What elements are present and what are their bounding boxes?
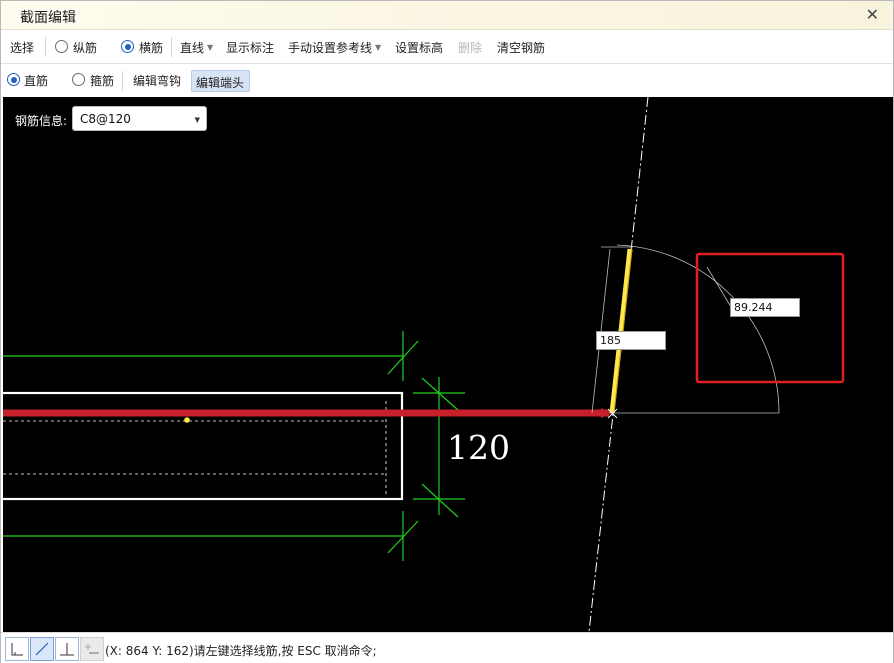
manual-ref-line-label: 手动设置参考线 [288, 41, 373, 55]
longitudinal-radio[interactable] [55, 40, 68, 53]
edit-end-button[interactable]: 编辑端头 [196, 74, 244, 91]
section-drawing[interactable]: 120 [3, 97, 893, 632]
toolbar-secondary: 直筋 箍筋 编辑弯钩 [1, 64, 893, 97]
line-dropdown-label: 直线 [180, 41, 205, 55]
section-outline[interactable] [3, 391, 404, 501]
status-bar: (X: 864 Y: 162)请左键选择线筋,按 ESC 取消命令; [1, 632, 893, 663]
angle-leader [706, 266, 732, 308]
toolbar-primary: 选择 纵筋 横筋 直线 ▼ 显示标注 手动设置参考线 ▼ 设置标高 删除 清空钢筋 [1, 30, 893, 64]
orthogonal-snap-button[interactable] [5, 637, 29, 661]
diagonal-line-icon [35, 642, 49, 656]
transverse-radio[interactable] [121, 40, 134, 53]
orthogonal-snap-icon [11, 643, 23, 656]
toolbar-divider [45, 37, 46, 57]
set-elevation-button[interactable]: 设置标高 [395, 39, 443, 56]
dimension-tick-slash [421, 377, 459, 411]
rebar-info-label: 钢筋信息: [15, 114, 68, 128]
stirrup-radio[interactable] [72, 73, 85, 86]
delete-button[interactable]: 删除 [458, 39, 482, 56]
free-angle-snap-button[interactable] [30, 637, 54, 661]
dimension-lines [3, 331, 465, 561]
window-title: 截面编辑 [20, 10, 76, 26]
rebar-info-select[interactable]: C8@120 ▼ [72, 106, 207, 131]
parallel-snap-button[interactable] [80, 637, 104, 661]
perpendicular-icon [60, 643, 74, 656]
show-dimension-button[interactable]: 显示标注 [226, 39, 274, 56]
toolbar-divider [171, 37, 172, 57]
stirrup-label[interactable]: 箍筋 [90, 72, 114, 89]
edit-hook-button[interactable]: 编辑弯钩 [133, 72, 181, 89]
longitudinal-label[interactable]: 纵筋 [73, 39, 97, 56]
chevron-down-icon: ▼ [375, 43, 382, 52]
section-edit-window: 截面编辑 ✕ 选择 纵筋 横筋 直线 ▼ 显示标注 手动设置参考线 ▼ 设置标高 删… [0, 0, 894, 663]
rebar-info-value: C8@120 [80, 112, 131, 126]
angle-selection-box [695, 252, 845, 384]
clear-rebar-button[interactable]: 清空钢筋 [497, 39, 545, 56]
manual-ref-line-dropdown[interactable]: 手动设置参考线 ▼ [288, 39, 381, 56]
chevron-down-icon: ▼ [194, 116, 200, 124]
title-bar: 截面编辑 ✕ [1, 1, 893, 30]
perpendicular-snap-button[interactable] [55, 637, 79, 661]
toolbar-divider [122, 71, 123, 91]
transverse-label[interactable]: 横筋 [139, 39, 163, 56]
rebar-midpoint[interactable] [184, 417, 190, 423]
select-button[interactable]: 选择 [10, 39, 34, 56]
parallel-icon [85, 644, 99, 654]
status-message: (X: 864 Y: 162)请左键选择线筋,按 ESC 取消命令; [105, 644, 377, 658]
chevron-down-icon: ▼ [207, 43, 214, 52]
straight-bar-label[interactable]: 直筋 [24, 72, 48, 89]
straight-bar-radio[interactable] [7, 73, 20, 86]
angle-input[interactable]: 89.244 [730, 298, 800, 317]
close-icon[interactable]: ✕ [866, 5, 879, 24]
dimension-tick-slash [421, 483, 459, 518]
length-input[interactable]: 185 [596, 331, 666, 350]
drawing-canvas[interactable]: 120 钢筋信息: C8@120 ▼ 185 89.244 [3, 97, 893, 632]
line-dropdown[interactable]: 直线 ▼ [180, 39, 213, 56]
dimension-text-120: 120 [447, 428, 510, 467]
